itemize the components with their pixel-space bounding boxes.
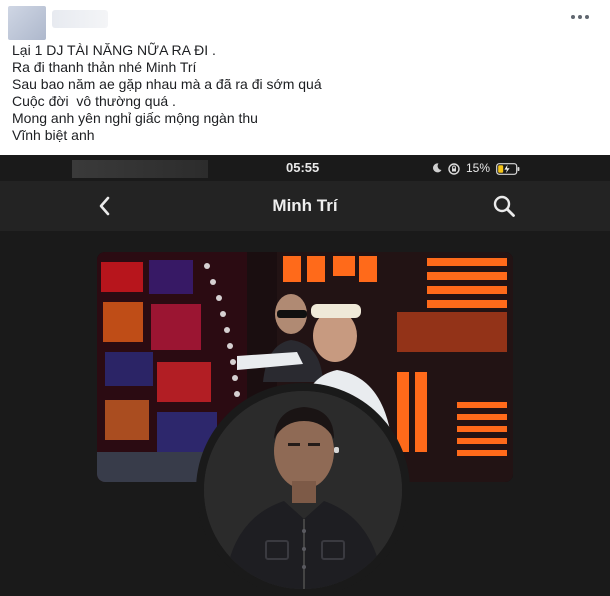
post-line: Sau bao năm ae gặp nhau mà a đã ra đi sớ…	[12, 76, 322, 92]
status-time: 05:55	[286, 160, 320, 175]
profile-name-title: Minh Trí	[272, 196, 338, 215]
post-text: Lại 1 DJ TÀI NĂNG NỮA RA ĐI . Ra đi than…	[12, 42, 572, 144]
post-line: Lại 1 DJ TÀI NĂNG NỮA RA ĐI .	[12, 42, 216, 58]
battery-charging-icon	[496, 162, 520, 175]
embedded-screenshot[interactable]: 05:55 15% Minh Trí	[0, 155, 610, 596]
post-header	[0, 0, 610, 40]
phone-status-bar: 05:55 15%	[0, 155, 610, 181]
status-indicators: 15%	[432, 160, 520, 176]
post-line: Cuộc đời vô thường quá .	[12, 93, 176, 109]
battery-percentage: 15%	[466, 161, 491, 175]
post-line: Mong anh yên nghỉ giấc mộng ngàn thu	[12, 110, 258, 126]
moon-icon	[432, 163, 442, 173]
profile-picture[interactable]	[204, 391, 402, 589]
post-line: Ra đi thanh thản nhé Minh Trí	[12, 59, 197, 75]
profile-topbar: Minh Trí	[0, 181, 610, 231]
rotation-lock-icon	[448, 162, 460, 175]
more-options-button[interactable]	[566, 6, 594, 28]
post-line: Vĩnh biệt anh	[12, 127, 95, 143]
poster-name-blurred[interactable]	[52, 10, 108, 28]
more-horizontal-icon	[571, 15, 575, 19]
search-icon[interactable]	[492, 194, 516, 218]
poster-avatar-blurred[interactable]	[8, 6, 46, 40]
status-blurred-area	[72, 160, 208, 178]
